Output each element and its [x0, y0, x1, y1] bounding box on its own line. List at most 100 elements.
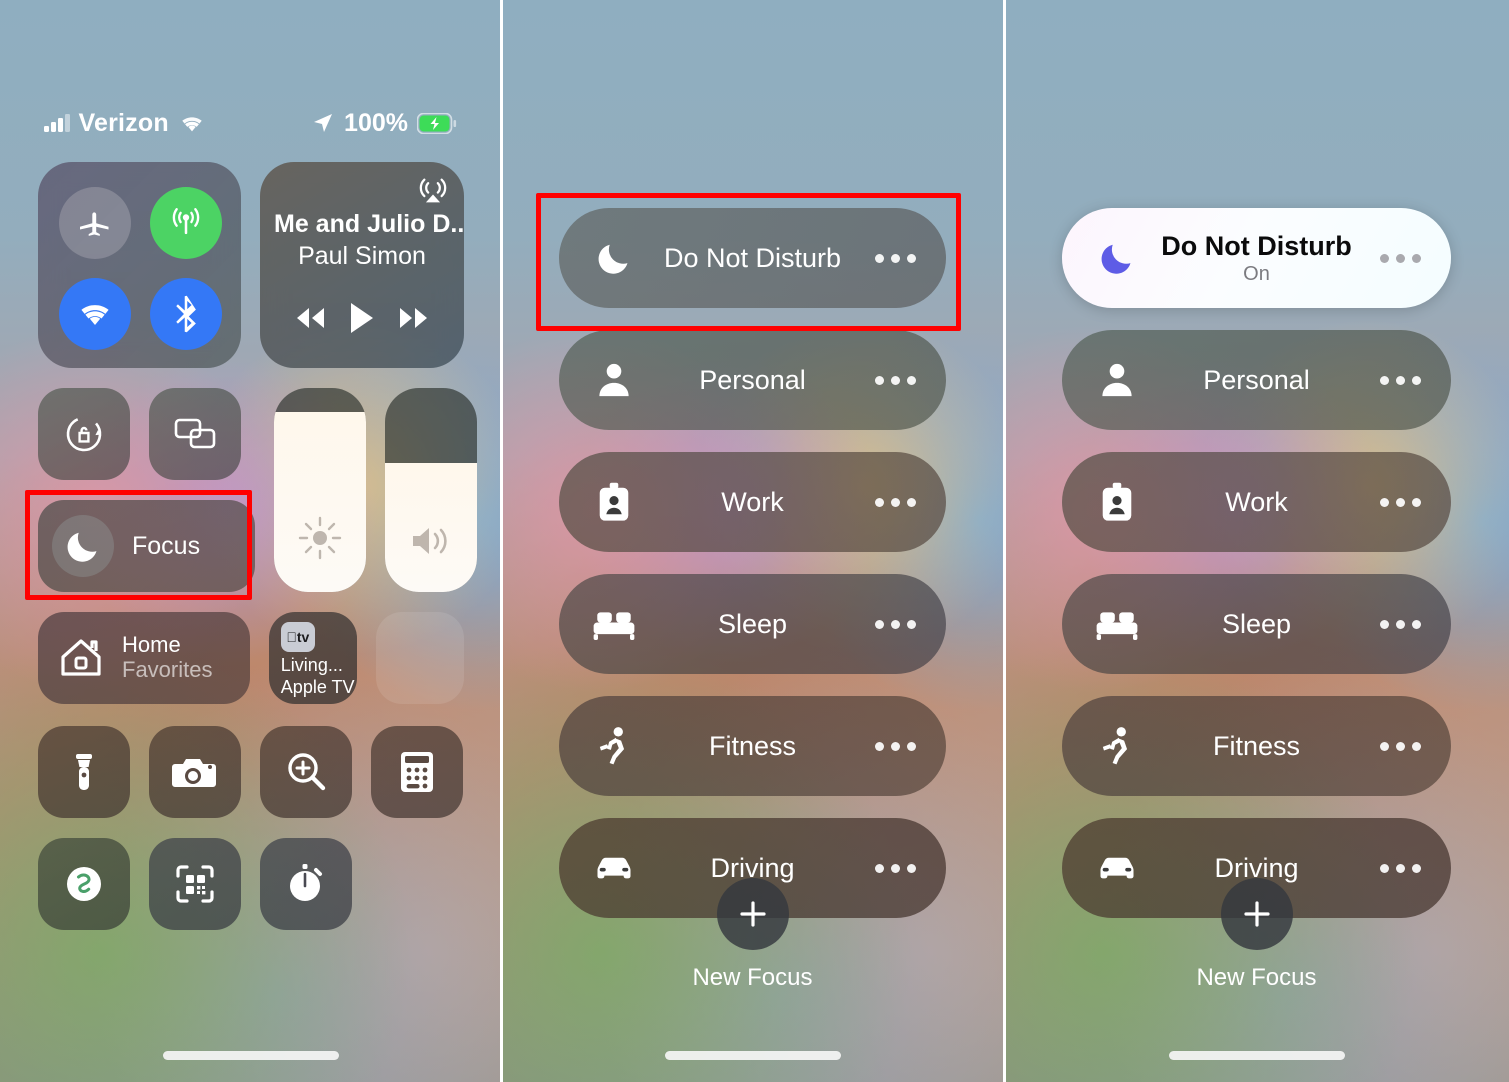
cellular-bars-icon: [44, 114, 70, 132]
volume-slider[interactable]: [385, 388, 477, 592]
focus-mode-pill-work[interactable]: Work: [1062, 452, 1451, 552]
home-indicator: [664, 1051, 841, 1060]
plus-icon: [1243, 901, 1270, 927]
wifi-toggle[interactable]: [59, 278, 131, 350]
focus-mode-pill-personal[interactable]: Personal: [559, 330, 946, 430]
new-focus-label: New Focus: [692, 964, 813, 991]
moon-icon: [1092, 239, 1142, 277]
timer-button[interactable]: [260, 838, 352, 930]
control-center-grid: Me and Julio D... Paul Simon Focus Home …: [38, 162, 477, 930]
screenshot-stage: Verizon 100% Me and Julio D... Paul Simo…: [0, 0, 1509, 1082]
timer-icon: [290, 864, 322, 901]
focus-mode-more-options-icon[interactable]: [1380, 619, 1421, 629]
moon-icon: [52, 515, 114, 577]
rewind-icon[interactable]: [290, 304, 330, 337]
brightness-slider[interactable]: [274, 388, 366, 592]
focus-mode-more-options-icon[interactable]: [1380, 375, 1421, 385]
empty-tile: [376, 612, 464, 704]
bluetooth-toggle[interactable]: [150, 278, 222, 350]
now-playing-module[interactable]: Me and Julio D... Paul Simon: [260, 162, 464, 368]
focus-mode-pill-fitness[interactable]: Fitness: [1062, 696, 1451, 796]
running-person-icon: [1092, 726, 1142, 766]
focus-mode-pill-work[interactable]: Work: [559, 452, 946, 552]
flashlight-icon: [76, 754, 92, 790]
new-focus-group[interactable]: New Focus: [1004, 878, 1509, 992]
battery-charging-icon: [417, 112, 457, 134]
focus-mode-pill-do-not-disturb[interactable]: Do Not Disturb On: [1062, 208, 1451, 308]
apple-tv-icon: tv: [280, 622, 315, 652]
rotation-lock-icon: [66, 416, 102, 452]
panel-divider-1: [500, 0, 503, 1082]
apple-tv-line2: Apple TV: [280, 676, 355, 697]
focus-mode-more-options-icon[interactable]: [1380, 253, 1421, 263]
screen-mirroring-toggle[interactable]: [149, 388, 241, 480]
home-indicator: [162, 1051, 339, 1060]
focus-mode-status: On: [1243, 262, 1270, 285]
focus-mode-more-options-icon[interactable]: [875, 741, 916, 751]
airplane-mode-toggle[interactable]: [59, 187, 131, 259]
focus-mode-title: Fitness: [1212, 730, 1301, 761]
code-scanner-button[interactable]: [149, 838, 241, 930]
focus-mode-pill-personal[interactable]: Personal: [1062, 330, 1451, 430]
focus-list-panel-off: Do Not Disturb Personal Work Sleep Fitness Dr…: [501, 0, 1004, 1082]
calculator-button[interactable]: [371, 726, 463, 818]
focus-mode-more-options-icon[interactable]: [875, 497, 916, 507]
focus-mode-pill-sleep[interactable]: Sleep: [1062, 574, 1451, 674]
focus-mode-title: Do Not Disturb: [1161, 230, 1352, 261]
focus-mode-more-options-icon[interactable]: [875, 253, 916, 263]
person-icon: [589, 361, 639, 399]
shazam-button[interactable]: [38, 838, 130, 930]
id-badge-icon: [589, 482, 639, 522]
panel-divider-2: [1003, 0, 1006, 1082]
airplay-audio-icon[interactable]: [416, 174, 450, 213]
id-badge-icon: [1092, 482, 1142, 522]
new-focus-button[interactable]: [716, 878, 789, 950]
speaker-icon: [407, 521, 455, 566]
focus-mode-more-options-icon[interactable]: [875, 375, 916, 385]
bed-icon: [589, 608, 639, 640]
flashlight-button[interactable]: [38, 726, 130, 818]
focus-list-panel-on: Do Not Disturb On Personal Work Sleep Fitness…: [1004, 0, 1509, 1082]
focus-mode-more-options-icon[interactable]: [875, 863, 916, 873]
focus-mode-title: Work: [721, 486, 784, 517]
cellular-data-toggle[interactable]: [150, 187, 222, 259]
camera-button[interactable]: [149, 726, 241, 818]
track-title: Me and Julio D...: [274, 210, 464, 238]
calculator-icon: [401, 752, 433, 792]
moon-icon: [589, 239, 639, 277]
screen-mirroring-icon: [174, 418, 216, 449]
wifi-icon: [81, 305, 109, 325]
fast-forward-icon[interactable]: [394, 304, 434, 337]
control-center-panel: Verizon 100% Me and Julio D... Paul Simo…: [0, 0, 501, 1082]
apple-tv-tile[interactable]: tv Living... Apple TV: [268, 612, 358, 704]
focus-mode-title: Sleep: [1221, 608, 1292, 639]
focus-mode-title: Sleep: [717, 608, 788, 639]
connectivity-module: [38, 162, 241, 368]
camera-icon: [172, 759, 216, 787]
focus-mode-more-options-icon[interactable]: [1380, 741, 1421, 751]
home-tile[interactable]: Home Favorites: [38, 612, 250, 704]
focus-mode-title: Fitness: [708, 730, 797, 761]
focus-mode-pill-fitness[interactable]: Fitness: [559, 696, 946, 796]
bed-icon: [1092, 608, 1142, 640]
focus-mode-list: Do Not Disturb On Personal Work Sleep Fitness…: [1062, 208, 1451, 918]
play-icon[interactable]: [347, 301, 377, 340]
focus-mode-pill-sleep[interactable]: Sleep: [559, 574, 946, 674]
focus-mode-more-options-icon[interactable]: [875, 619, 916, 629]
track-artist: Paul Simon: [298, 242, 426, 270]
orientation-lock-toggle[interactable]: [38, 388, 130, 480]
wifi-icon: [182, 116, 202, 131]
home-tile-title: Home: [122, 632, 181, 658]
shazam-icon: [67, 867, 101, 901]
focus-mode-pill-do-not-disturb[interactable]: Do Not Disturb: [559, 208, 946, 308]
focus-button[interactable]: Focus: [38, 500, 255, 592]
new-focus-button[interactable]: [1220, 878, 1293, 950]
focus-mode-title: Personal: [1203, 364, 1310, 395]
focus-mode-more-options-icon[interactable]: [1380, 863, 1421, 873]
sun-icon: [297, 515, 343, 566]
focus-mode-more-options-icon[interactable]: [1380, 497, 1421, 507]
focus-mode-title: Work: [1225, 486, 1288, 517]
new-focus-group[interactable]: New Focus: [501, 878, 1004, 992]
magnifier-button[interactable]: [260, 726, 352, 818]
new-focus-label: New Focus: [1196, 964, 1317, 991]
